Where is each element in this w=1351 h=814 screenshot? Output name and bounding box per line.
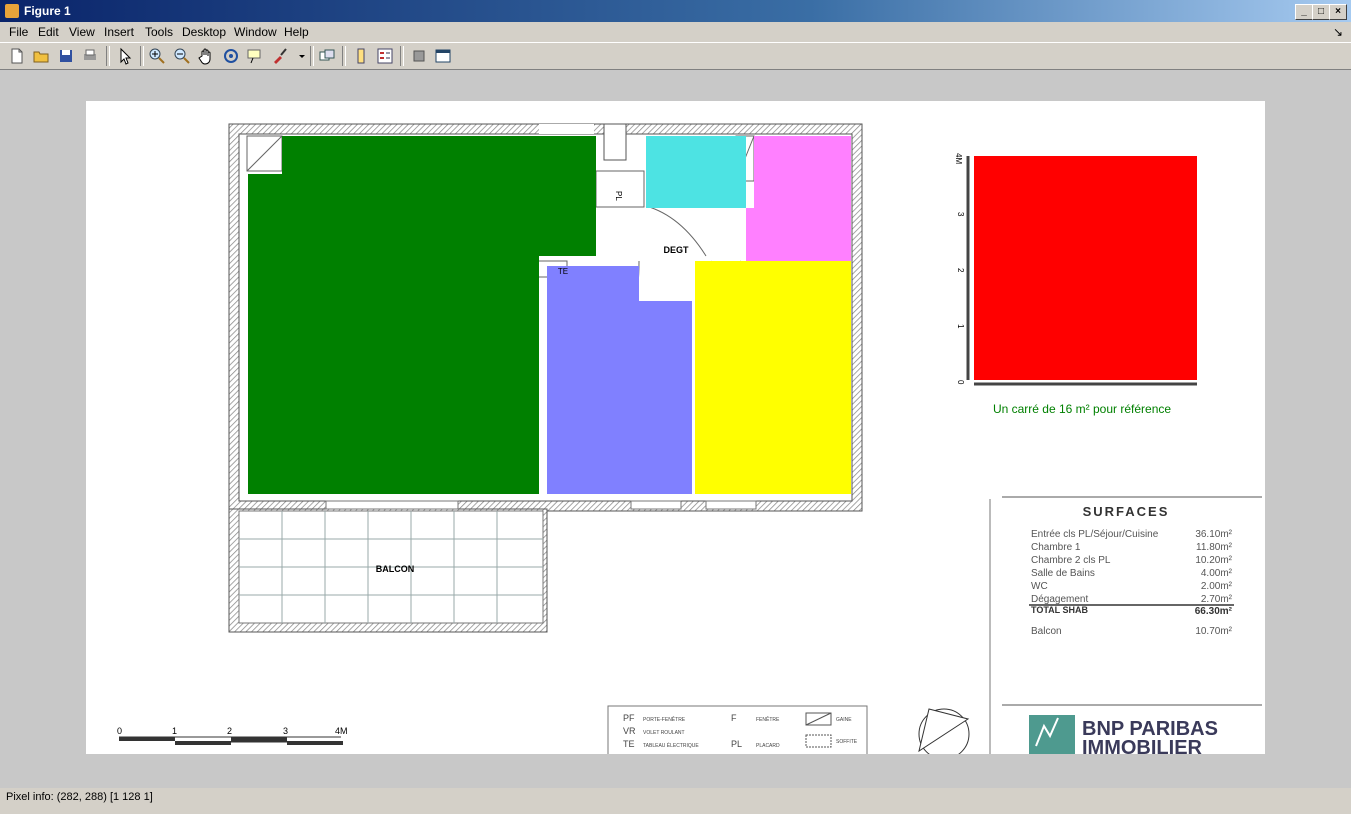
matlab-logo-icon	[5, 4, 19, 18]
menu-desktop[interactable]: Desktop	[182, 25, 226, 39]
scale-bar: 0 1 2 3 4M	[117, 726, 348, 745]
menu-bar: File Edit View Insert Tools Desktop Wind…	[0, 22, 1351, 42]
data-cursor-icon[interactable]	[246, 47, 264, 65]
surface-label-0: Entrée cls PL/Séjour/Cuisine	[1031, 529, 1159, 540]
legend-code-pl: PL	[731, 739, 742, 749]
scale-label-0: 0	[117, 726, 122, 736]
surface-label-5: Dégagement	[1031, 594, 1088, 605]
legend-text-gaine: GAINE	[836, 717, 852, 723]
entrance-opening	[539, 124, 594, 134]
pixel-info-status: Pixel info: (282, 288) [1 128 1]	[6, 791, 153, 803]
label-balcon: BALCON	[376, 564, 415, 574]
window-titlebar: Figure 1 _ □ ×	[0, 0, 1351, 22]
surface-label-3: Salle de Bains	[1031, 568, 1095, 579]
menu-insert[interactable]: Insert	[104, 25, 134, 39]
surface-value-4: 2.00m²	[1201, 581, 1233, 592]
legend-text-pl: PLACARD	[756, 743, 780, 749]
plan-legend: PF PORTE-FENÊTRE VR VOLET ROULANT TE TAB…	[607, 705, 868, 754]
print-icon[interactable]	[81, 47, 99, 65]
brush-icon[interactable]	[271, 47, 289, 65]
menu-view[interactable]: View	[69, 25, 95, 39]
surface-total-label: TOTAL SHAB	[1031, 605, 1089, 615]
floor-plan-svg: DEGT PL TE BALCON 0 1 2 3 4M Un carré de…	[86, 123, 1262, 754]
floor-plan-image[interactable]: DEGT PL TE BALCON 0 1 2 3 4M Un carré de…	[86, 101, 1265, 754]
show-plot-tools-icon[interactable]	[434, 47, 452, 65]
room-wc	[746, 136, 851, 261]
ref-tick-2: 2	[956, 268, 965, 273]
surface-value-0: 36.10m²	[1195, 529, 1232, 540]
bnp-logo: BNP PARIBAS IMMOBILIER	[1029, 715, 1218, 754]
toolbar-separator	[140, 46, 144, 66]
surface-value-5: 2.70m²	[1201, 594, 1233, 605]
pan-icon[interactable]	[197, 47, 215, 65]
menu-tools[interactable]: Tools	[145, 25, 173, 39]
scale-label-2: 2	[227, 726, 232, 736]
legend-text-f: FENÊTRE	[756, 715, 780, 723]
legend-code-vr: VR	[623, 726, 636, 736]
north-arrow	[918, 708, 970, 754]
brush-dropdown-icon[interactable]	[293, 47, 305, 65]
ref-tick-0: 0	[956, 380, 965, 385]
dock-arrow-icon[interactable]: ↘	[1333, 25, 1343, 39]
reference-square-group: 0 1 2 3 4M Un carré de 16 m² pour référe…	[954, 153, 1197, 416]
new-figure-icon[interactable]	[8, 47, 26, 65]
legend-code-f: F	[731, 713, 737, 723]
open-file-icon[interactable]	[32, 47, 50, 65]
toolbar-separator	[310, 46, 314, 66]
menu-help[interactable]: Help	[284, 25, 309, 39]
ref-tick-1: 1	[956, 324, 965, 329]
window-title: Figure 1	[24, 4, 71, 18]
reference-caption: Un carré de 16 m² pour référence	[993, 402, 1171, 416]
surface-value-1: 11.80m²	[1196, 542, 1233, 553]
legend-code-te: TE	[623, 739, 635, 749]
surface-total-value: 66.30m²	[1195, 606, 1233, 617]
surface-balcon-label: Balcon	[1031, 626, 1062, 637]
toolbar-separator	[400, 46, 404, 66]
menu-file[interactable]: File	[9, 25, 28, 39]
scale-label-1: 1	[172, 726, 177, 736]
room-chambre-2	[695, 261, 851, 494]
surface-label-2: Chambre 2 cls PL	[1031, 555, 1111, 566]
label-te: TE	[558, 267, 568, 276]
toolbar-separator	[106, 46, 110, 66]
figure-toolbar	[0, 42, 1351, 70]
minimize-button[interactable]: _	[1295, 4, 1313, 20]
zoom-in-icon[interactable]	[148, 47, 166, 65]
surface-balcon-value: 10.70m²	[1195, 626, 1232, 637]
legend-code-pf: PF	[623, 713, 635, 723]
bnp-logo-icon	[1029, 715, 1075, 754]
surface-value-2: 10.20m²	[1195, 555, 1232, 566]
label-pl: PL	[614, 191, 623, 201]
save-icon[interactable]	[57, 47, 75, 65]
menu-window[interactable]: Window	[234, 25, 277, 39]
legend-text-pf: PORTE-FENÊTRE	[643, 715, 686, 723]
pointer-icon[interactable]	[116, 47, 134, 65]
colorbar-icon[interactable]	[352, 47, 370, 65]
maximize-button[interactable]: □	[1312, 4, 1330, 20]
ref-tick-3: 3	[956, 212, 965, 217]
scale-label-4m: 4M	[335, 726, 348, 736]
legend-icon[interactable]	[376, 47, 394, 65]
surfaces-title: SURFACES	[1083, 504, 1170, 519]
ref-tick-4m: 4M	[954, 153, 963, 164]
legend-text-te: TABLEAU ÉLECTRIQUE	[643, 742, 699, 749]
close-button[interactable]: ×	[1329, 4, 1347, 20]
surface-label-4: WC	[1031, 581, 1048, 592]
menu-edit[interactable]: Edit	[38, 25, 59, 39]
reference-square	[974, 156, 1197, 380]
legend-text-vr: VOLET ROULANT	[643, 730, 685, 736]
logo-line2: IMMOBILIER	[1082, 737, 1203, 754]
scale-label-3: 3	[283, 726, 288, 736]
zoom-out-icon[interactable]	[173, 47, 191, 65]
link-icon[interactable]	[318, 47, 336, 65]
surface-value-3: 4.00m²	[1201, 568, 1233, 579]
surface-label-1: Chambre 1	[1031, 542, 1081, 553]
toolbar-separator	[342, 46, 346, 66]
hide-plot-tools-icon[interactable]	[410, 47, 428, 65]
label-degt: DEGT	[663, 245, 689, 255]
rotate-3d-icon[interactable]	[222, 47, 240, 65]
duct-notch	[603, 123, 627, 161]
legend-text-soffite: SOFFITE	[836, 739, 858, 745]
room-salle-de-bains	[646, 136, 746, 208]
